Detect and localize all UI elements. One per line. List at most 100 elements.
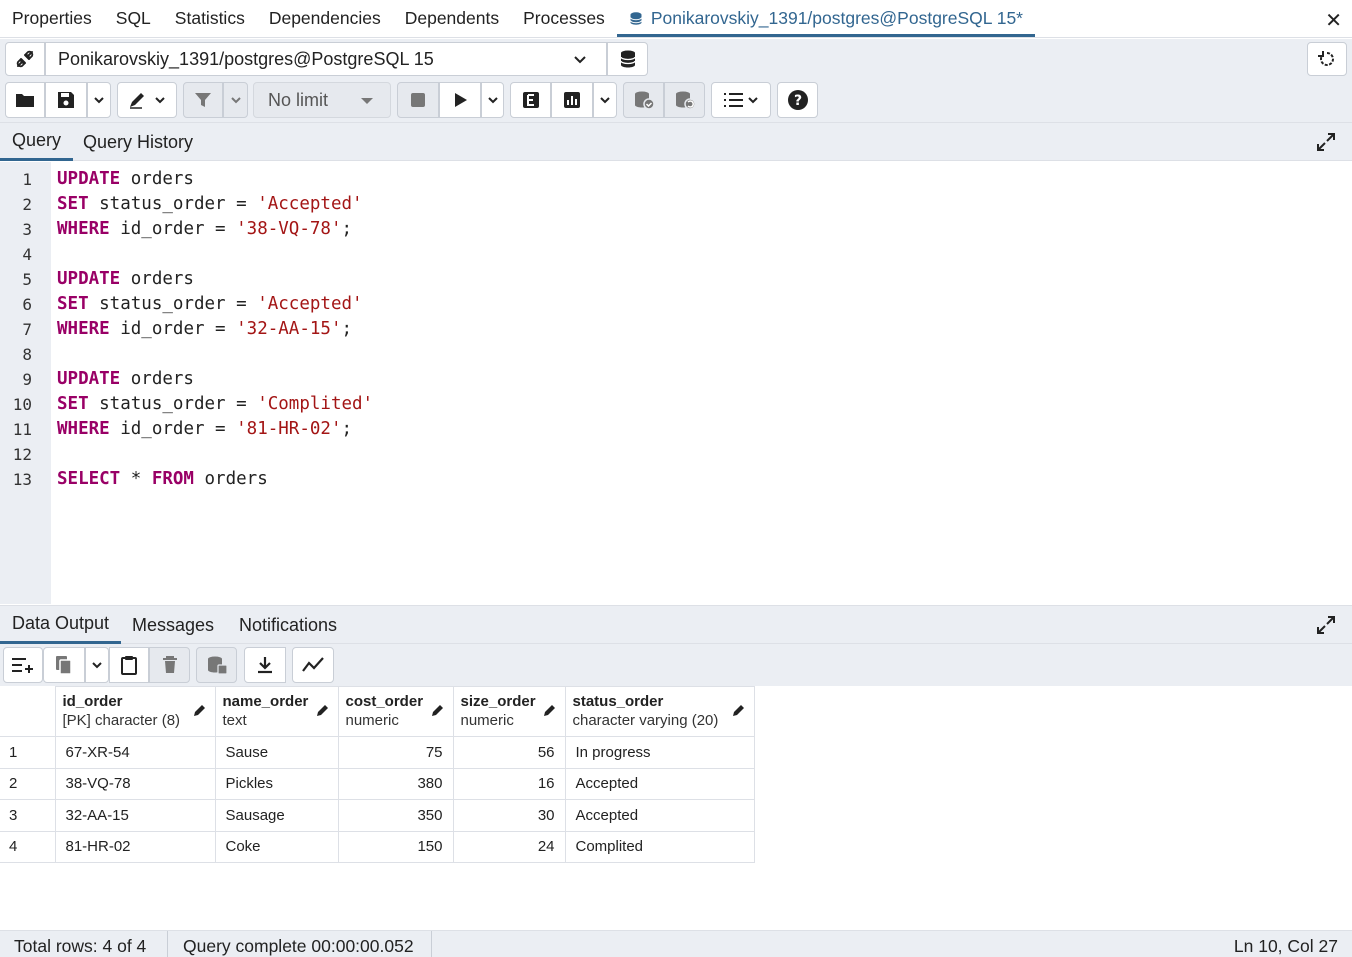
download-icon xyxy=(258,657,272,674)
cell-cost_order[interactable]: 150 xyxy=(337,830,454,863)
line-number: 1 xyxy=(22,170,32,189)
copy-button[interactable] xyxy=(43,647,85,683)
table-row[interactable]: 4 81-HR-02 Coke 150 24 Complited xyxy=(0,830,755,863)
cell-id_order[interactable]: 81-HR-02 xyxy=(54,830,216,863)
chevron-down-icon xyxy=(748,97,758,104)
column-header-id_order[interactable]: id_order [PK] character (8) xyxy=(54,686,216,737)
explain-analyze-button[interactable] xyxy=(551,82,593,118)
cell-status_order[interactable]: Accepted xyxy=(564,767,755,800)
output-tabs: Data Output Messages Notifications xyxy=(0,605,1352,644)
delete-button[interactable] xyxy=(149,647,190,683)
execute-button[interactable] xyxy=(439,82,481,118)
cell-size_order[interactable]: 24 xyxy=(452,830,566,863)
tab-properties[interactable]: Properties xyxy=(0,0,104,37)
cell-name_order[interactable]: Coke xyxy=(214,830,339,863)
add-row-button[interactable] xyxy=(3,647,43,683)
row-number: 1 xyxy=(0,736,56,769)
edit-column-icon[interactable] xyxy=(732,703,746,717)
code-line: WHERE id_order = '38-VQ-78'; xyxy=(57,219,352,239)
sql-editor[interactable]: 1 2 3 4 5 6 7 8 9 10 11 12 13 UPDATE orders SET statu… xyxy=(0,162,1352,604)
chevron-down-icon xyxy=(155,97,165,104)
save-file-button[interactable] xyxy=(45,82,87,118)
cell-id_order[interactable]: 32-AA-15 xyxy=(54,799,216,832)
cell-status_order[interactable]: Accepted xyxy=(564,799,755,832)
add-row-icon xyxy=(12,658,33,673)
column-header-status_order[interactable]: status_order character varying (20) xyxy=(564,686,755,737)
query-toolbar: No limit ? xyxy=(0,81,1352,123)
cell-id_order[interactable]: 67-XR-54 xyxy=(54,736,216,769)
sql-string: '32-AA-15' xyxy=(236,319,342,339)
macros-button[interactable] xyxy=(711,82,771,118)
play-icon xyxy=(455,93,467,107)
tab-query-tool[interactable]: Ponikarovskiy_1391/postgres@PostgreSQL 1… xyxy=(616,0,1035,37)
cell-cost_order[interactable]: 75 xyxy=(337,736,454,769)
line-number: 9 xyxy=(22,370,32,389)
help-button[interactable]: ? xyxy=(777,82,818,118)
open-file-button[interactable] xyxy=(5,82,45,118)
query-complete-status: Query complete 00:00:00.052 xyxy=(183,936,414,956)
row-limit-select[interactable]: No limit xyxy=(253,82,391,118)
cell-size_order[interactable]: 56 xyxy=(452,736,566,769)
tab-sql[interactable]: SQL xyxy=(104,0,163,37)
filter-button[interactable] xyxy=(183,82,223,118)
cell-cost_order[interactable]: 350 xyxy=(337,799,454,832)
graph-visualiser-button[interactable] xyxy=(292,647,334,683)
explain-options-button[interactable] xyxy=(593,82,617,118)
edit-column-icon[interactable] xyxy=(193,703,207,717)
disconnect-button[interactable] xyxy=(5,42,45,76)
commit-button[interactable] xyxy=(623,82,664,118)
table-row[interactable]: 1 67-XR-54 Sause 75 56 In progress xyxy=(0,736,755,769)
sql-string: 'Accepted' xyxy=(257,194,363,214)
expand-icon[interactable] xyxy=(1316,615,1336,635)
cell-name_order[interactable]: Pickles xyxy=(214,767,339,800)
code-line: SET status_order = 'Accepted' xyxy=(57,294,363,314)
sql-keyword: UPDATE xyxy=(57,269,121,289)
copy-options-button[interactable] xyxy=(85,647,109,683)
line-number: 10 xyxy=(12,395,32,414)
line-number-gutter: 1 2 3 4 5 6 7 8 9 10 11 12 13 xyxy=(0,162,51,604)
tab-query-history[interactable]: Query History xyxy=(83,123,193,161)
close-icon[interactable]: ✕ xyxy=(1325,8,1342,33)
column-header-name_order[interactable]: name_order text xyxy=(214,686,339,737)
connection-select[interactable]: Ponikarovskiy_1391/postgres@PostgreSQL 1… xyxy=(45,42,607,76)
tab-messages[interactable]: Messages xyxy=(132,606,214,644)
expand-icon[interactable] xyxy=(1316,132,1336,152)
tab-statistics[interactable]: Statistics xyxy=(163,0,257,37)
table-row[interactable]: 2 38-VQ-78 Pickles 380 16 Accepted xyxy=(0,767,755,800)
tab-dependencies[interactable]: Dependencies xyxy=(257,0,393,37)
cell-size_order[interactable]: 30 xyxy=(452,799,566,832)
paste-button[interactable] xyxy=(109,647,149,683)
cell-status_order[interactable]: In progress xyxy=(564,736,755,769)
tab-query[interactable]: Query xyxy=(0,123,74,161)
save-options-button[interactable] xyxy=(87,82,111,118)
cell-cost_order[interactable]: 380 xyxy=(337,767,454,800)
edit-button[interactable] xyxy=(117,82,177,118)
cell-size_order[interactable]: 16 xyxy=(452,767,566,800)
cell-id_order[interactable]: 38-VQ-78 xyxy=(54,767,216,800)
save-data-button[interactable] xyxy=(196,647,237,683)
filter-options-button[interactable] xyxy=(223,82,248,118)
cell-status_order[interactable]: Complited xyxy=(564,830,755,863)
tab-data-output[interactable]: Data Output xyxy=(0,606,122,644)
chevron-down-icon xyxy=(487,97,498,104)
stop-button[interactable] xyxy=(397,82,439,118)
download-button[interactable] xyxy=(244,647,286,683)
edit-column-icon[interactable] xyxy=(431,703,445,717)
tab-dependents[interactable]: Dependents xyxy=(393,0,511,37)
tab-processes[interactable]: Processes xyxy=(511,0,617,37)
explain-button[interactable] xyxy=(510,82,551,118)
cell-name_order[interactable]: Sausage xyxy=(214,799,339,832)
refresh-icon xyxy=(1318,51,1334,66)
cell-name_order[interactable]: Sause xyxy=(214,736,339,769)
column-header-cost_order[interactable]: cost_order numeric xyxy=(337,686,454,737)
table-row[interactable]: 3 32-AA-15 Sausage 350 30 Accepted xyxy=(0,799,755,832)
execute-options-button[interactable] xyxy=(481,82,504,118)
rollback-button[interactable] xyxy=(664,82,705,118)
line-number: 12 xyxy=(12,445,32,464)
edit-column-icon[interactable] xyxy=(543,703,557,717)
column-header-size_order[interactable]: size_order numeric xyxy=(452,686,566,737)
refresh-button[interactable] xyxy=(1307,42,1347,76)
tab-notifications[interactable]: Notifications xyxy=(239,606,337,644)
new-connection-button[interactable] xyxy=(607,42,648,76)
edit-column-icon[interactable] xyxy=(316,703,330,717)
